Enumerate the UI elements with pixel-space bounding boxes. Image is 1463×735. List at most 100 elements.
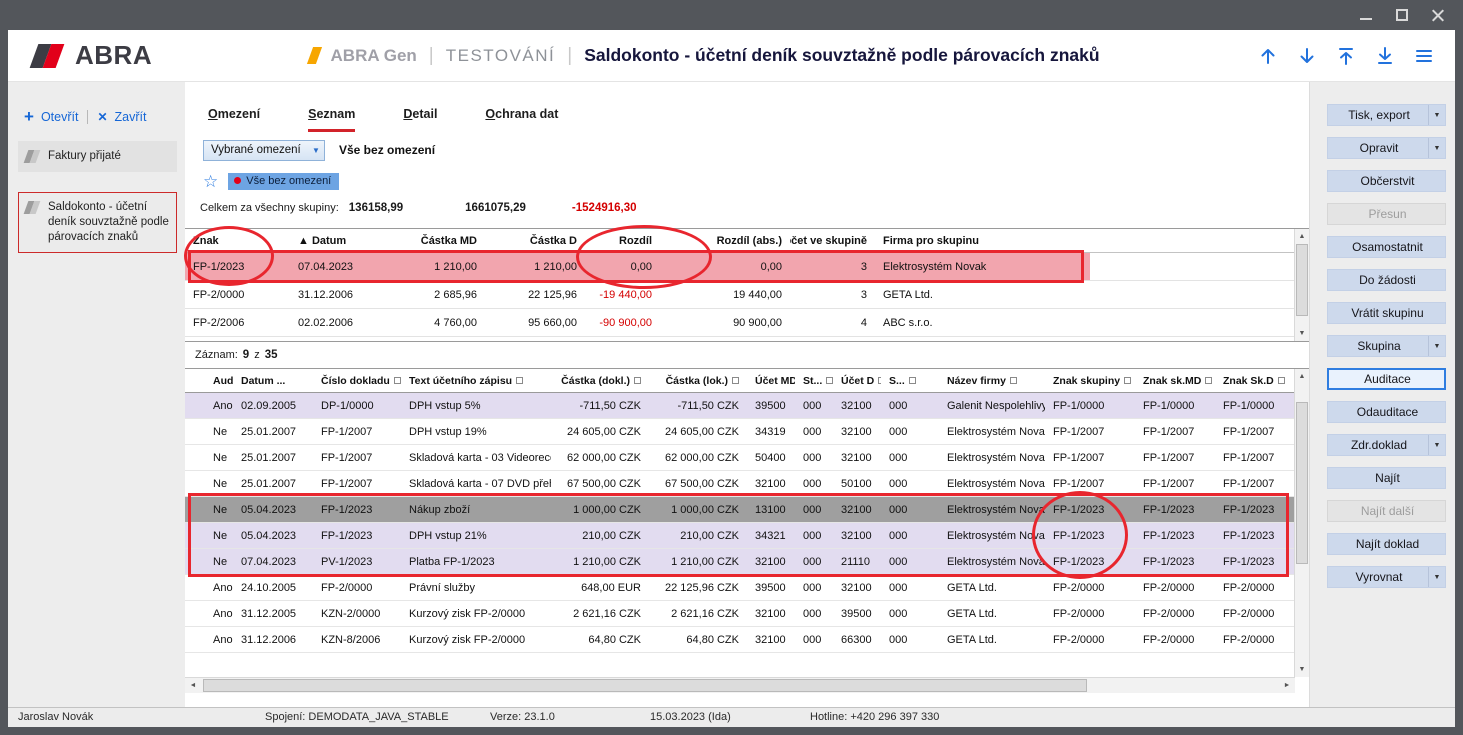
journal-column-header[interactable]: Znak sk.MD xyxy=(1135,369,1215,392)
arrow-down-to-bar-icon[interactable] xyxy=(1374,45,1396,67)
filter-box-icon[interactable] xyxy=(1205,377,1212,384)
filter-box-icon[interactable] xyxy=(909,377,916,384)
journal-column-header[interactable]: S... xyxy=(881,369,939,392)
journal-table-row[interactable]: Ne05.04.2023FP-1/2023Nákup zboží1 000,00… xyxy=(185,497,1294,523)
scroll-right-icon[interactable]: ► xyxy=(1279,678,1295,693)
dropdown-caret-icon[interactable]: ▼ xyxy=(1428,138,1445,158)
journal-column-header[interactable]: Číslo dokladu xyxy=(313,369,401,392)
journal-table-row[interactable]: Ne25.01.2007FP-1/2007DPH vstup 19%24 605… xyxy=(185,419,1294,445)
restriction-chip[interactable]: Vše bez omezení xyxy=(228,173,339,190)
journal-table-row[interactable]: Ano02.09.2005DP-1/0000DPH vstup 5%-711,5… xyxy=(185,393,1294,419)
journal-table-row[interactable]: Ne05.04.2023FP-1/2023DPH vstup 21%210,00… xyxy=(185,523,1294,549)
journal-column-header[interactable]: Znak Sk.D xyxy=(1215,369,1293,392)
filter-box-icon[interactable] xyxy=(516,377,523,384)
journal-table-row[interactable]: Ano24.10.2005FP-2/0000Právní služby648,0… xyxy=(185,575,1294,601)
action-button-naj-t[interactable]: Najít xyxy=(1327,467,1446,489)
action-button-naj-t-doklad[interactable]: Najít doklad xyxy=(1327,533,1446,555)
arrow-up-icon[interactable] xyxy=(1257,45,1279,67)
journal-table-row[interactable]: Ano31.12.2006KZN-8/2006Kurzový zisk FP-2… xyxy=(185,627,1294,653)
groups-column-header[interactable]: Počet ve skupině xyxy=(790,229,875,252)
journal-table-row[interactable]: Ne25.01.2007FP-1/2007Skladová karta - 07… xyxy=(185,471,1294,497)
open-button[interactable]: Otevřít xyxy=(41,110,79,124)
action-panel: Tisk, export▼Opravit▼ObčerstvitPřesunOsa… xyxy=(1310,82,1455,707)
scrollbar-track[interactable] xyxy=(201,678,1279,693)
close-button[interactable]: Zavřít xyxy=(115,110,147,124)
tab-detail[interactable]: Detail xyxy=(403,107,437,132)
groups-vertical-scrollbar[interactable]: ▲ ▼ xyxy=(1294,229,1309,341)
scroll-down-icon[interactable]: ▼ xyxy=(1295,662,1309,677)
dropdown-caret-icon[interactable]: ▼ xyxy=(1428,435,1445,455)
filter-box-icon[interactable] xyxy=(1124,377,1131,384)
filter-box-icon[interactable] xyxy=(732,377,739,384)
action-button-skupina[interactable]: Skupina▼ xyxy=(1327,335,1446,357)
journal-column-header[interactable]: Znak skupiny xyxy=(1045,369,1135,392)
journal-column-header[interactable]: Název firmy xyxy=(939,369,1045,392)
scrollbar-thumb[interactable] xyxy=(1296,244,1308,316)
groups-column-header[interactable]: Rozdíl (abs.) xyxy=(660,229,790,252)
action-button-auditace[interactable]: Auditace xyxy=(1327,368,1446,390)
groups-table-row[interactable]: FP-1/202307.04.20231 210,001 210,000,000… xyxy=(185,253,1294,281)
scrollbar-track[interactable] xyxy=(1295,384,1309,662)
dropdown-caret-icon[interactable]: ▼ xyxy=(1428,336,1445,356)
maximize-icon[interactable] xyxy=(1395,8,1409,22)
journal-vertical-scrollbar[interactable]: ▲ ▼ xyxy=(1294,369,1309,677)
journal-column-header[interactable]: Účet MD xyxy=(747,369,795,392)
scrollbar-track[interactable] xyxy=(1295,244,1309,326)
open-window-item-faktury[interactable]: Faktury přijaté xyxy=(18,141,177,172)
action-button-vr-tit-skupinu[interactable]: Vrátit skupinu xyxy=(1327,302,1446,324)
scroll-left-icon[interactable]: ◄ xyxy=(185,678,201,693)
open-window-item-saldokonto[interactable]: Saldokonto - účetní deník souvztažně pod… xyxy=(18,192,177,253)
summary-total-md: 136158,99 xyxy=(349,202,403,214)
journal-column-header[interactable]: Datum ... xyxy=(233,369,313,392)
close-icon[interactable] xyxy=(1431,8,1445,22)
arrow-down-icon[interactable] xyxy=(1296,45,1318,67)
groups-table-row[interactable]: FP-2/200602.02.20064 760,0095 660,00-90 … xyxy=(185,309,1294,337)
scrollbar-thumb[interactable] xyxy=(203,679,1087,692)
action-button-vyrovnat[interactable]: Vyrovnat▼ xyxy=(1327,566,1446,588)
filter-box-icon[interactable] xyxy=(1278,377,1285,384)
journal-column-header[interactable]: Účet D xyxy=(833,369,881,392)
journal-table-row[interactable]: Ne25.01.2007FP-1/2007Skladová karta - 03… xyxy=(185,445,1294,471)
journal-column-header[interactable]: St... xyxy=(795,369,833,392)
action-button-tisk-export[interactable]: Tisk, export▼ xyxy=(1327,104,1446,126)
record-counter: Záznam: 9 z 35 xyxy=(185,342,1309,368)
journal-column-header[interactable]: Audit xyxy=(185,369,233,392)
groups-table-row[interactable]: FP-2/000031.12.20062 685,9622 125,96-19 … xyxy=(185,281,1294,309)
journal-column-header[interactable]: Částka (dokl.) xyxy=(551,369,649,392)
groups-column-header[interactable]: Částka MD xyxy=(390,229,485,252)
action-button-zdr-doklad[interactable]: Zdr.doklad▼ xyxy=(1327,434,1446,456)
arrow-up-to-bar-icon[interactable] xyxy=(1335,45,1357,67)
filter-box-icon[interactable] xyxy=(826,377,833,384)
filter-box-icon[interactable] xyxy=(1010,377,1017,384)
action-button-osamostatnit[interactable]: Osamostatnit xyxy=(1327,236,1446,258)
dropdown-caret-icon[interactable]: ▼ xyxy=(1428,567,1445,587)
restriction-combobox[interactable]: Vybrané omezení ▼ xyxy=(203,140,325,161)
action-button-odauditace[interactable]: Odauditace xyxy=(1327,401,1446,423)
scroll-up-icon[interactable]: ▲ xyxy=(1295,369,1309,384)
action-button-opravit[interactable]: Opravit▼ xyxy=(1327,137,1446,159)
journal-column-header[interactable]: Částka (lok.) xyxy=(649,369,747,392)
groups-column-header[interactable]: Rozdíl xyxy=(585,229,660,252)
scroll-down-icon[interactable]: ▼ xyxy=(1295,326,1309,341)
filter-box-icon[interactable] xyxy=(394,377,401,384)
tab-omezeni[interactable]: Omezení xyxy=(208,107,260,132)
groups-column-header[interactable]: Částka D xyxy=(485,229,585,252)
scroll-up-icon[interactable]: ▲ xyxy=(1295,229,1309,244)
groups-column-header[interactable]: Firma pro skupinu xyxy=(875,229,1090,252)
minimize-icon[interactable] xyxy=(1359,8,1373,22)
journal-table-row[interactable]: Ne07.04.2023PV-1/2023Platba FP-1/20231 2… xyxy=(185,549,1294,575)
action-button-ob-erstvit[interactable]: Občerstvit xyxy=(1327,170,1446,192)
groups-column-header[interactable]: ▲ Datum xyxy=(290,229,390,252)
tab-ochrana-dat[interactable]: Ochrana dat xyxy=(485,107,558,132)
dropdown-caret-icon[interactable]: ▼ xyxy=(1428,105,1445,125)
journal-column-header[interactable]: Text účetního zápisu xyxy=(401,369,551,392)
tab-seznam[interactable]: Seznam xyxy=(308,107,355,132)
journal-table-row[interactable]: Ano31.12.2005KZN-2/0000Kurzový zisk FP-2… xyxy=(185,601,1294,627)
scrollbar-thumb[interactable] xyxy=(1296,402,1308,564)
journal-horizontal-scrollbar[interactable]: ◄ ► xyxy=(185,677,1295,693)
groups-column-header[interactable]: Znak xyxy=(185,229,290,252)
filter-box-icon[interactable] xyxy=(634,377,641,384)
action-button-do-dosti[interactable]: Do žádosti xyxy=(1327,269,1446,291)
menu-icon[interactable] xyxy=(1413,45,1435,67)
star-icon[interactable]: ☆ xyxy=(203,173,218,190)
